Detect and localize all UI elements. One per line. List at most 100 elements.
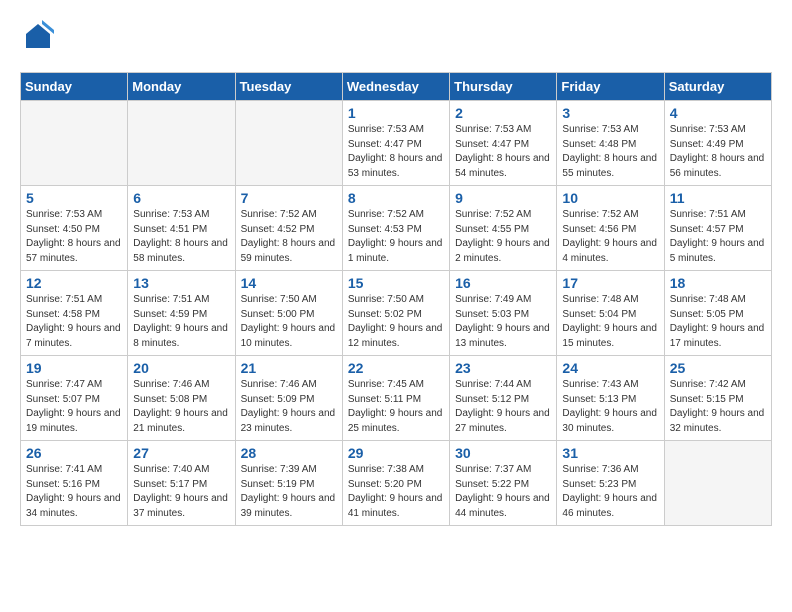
day-info: Sunrise: 7:53 AM Sunset: 4:47 PM Dayligh… [348,123,444,181]
calendar-day-cell: 10 Sunrise: 7:52 AM Sunset: 4:56 PM Dayli… [557,186,664,271]
calendar-day-cell: 31 Sunrise: 7:36 AM Sunset: 5:23 PM Dayli… [557,441,664,526]
day-info: Sunrise: 7:53 AM Sunset: 4:49 PM Dayligh… [670,123,766,181]
day-number: 13 [133,275,229,291]
calendar-week-row: 1 Sunrise: 7:53 AM Sunset: 4:47 PM Daylig… [21,101,772,186]
day-info: Sunrise: 7:52 AM Sunset: 4:56 PM Dayligh… [562,208,658,266]
day-info: Sunrise: 7:42 AM Sunset: 5:15 PM Dayligh… [670,378,766,436]
day-number: 27 [133,445,229,461]
day-number: 12 [26,275,122,291]
day-number: 28 [241,445,337,461]
weekday-header: Tuesday [235,73,342,101]
calendar-day-cell: 21 Sunrise: 7:46 AM Sunset: 5:09 PM Dayli… [235,356,342,441]
calendar-day-cell [128,101,235,186]
calendar-week-row: 5 Sunrise: 7:53 AM Sunset: 4:50 PM Daylig… [21,186,772,271]
weekday-header: Thursday [450,73,557,101]
day-info: Sunrise: 7:51 AM Sunset: 4:57 PM Dayligh… [670,208,766,266]
day-info: Sunrise: 7:53 AM Sunset: 4:48 PM Dayligh… [562,123,658,181]
calendar-day-cell: 2Sunrise: 7:53 AM Sunset: 4:47 PM Daylig… [450,101,557,186]
calendar-day-cell: 7 Sunrise: 7:52 AM Sunset: 4:52 PM Daylig… [235,186,342,271]
logo [20,20,62,56]
calendar-day-cell: 8Sunrise: 7:52 AM Sunset: 4:53 PM Daylig… [342,186,449,271]
calendar-week-row: 12 Sunrise: 7:51 AM Sunset: 4:58 PM Dayli… [21,271,772,356]
day-info: Sunrise: 7:51 AM Sunset: 4:59 PM Dayligh… [133,293,229,351]
page-header [20,20,772,56]
weekday-header: Wednesday [342,73,449,101]
calendar-week-row: 19 Sunrise: 7:47 AM Sunset: 5:07 PM Dayli… [21,356,772,441]
day-number: 1 [348,105,444,121]
day-info: Sunrise: 7:38 AM Sunset: 5:20 PM Dayligh… [348,463,444,521]
day-number: 20 [133,360,229,376]
calendar-day-cell: 3 Sunrise: 7:53 AM Sunset: 4:48 PM Daylig… [557,101,664,186]
calendar-day-cell: 1 Sunrise: 7:53 AM Sunset: 4:47 PM Daylig… [342,101,449,186]
day-info: Sunrise: 7:48 AM Sunset: 5:05 PM Dayligh… [670,293,766,351]
calendar-day-cell: 29Sunrise: 7:38 AM Sunset: 5:20 PM Dayli… [342,441,449,526]
calendar-day-cell: 25 Sunrise: 7:42 AM Sunset: 5:15 PM Dayli… [664,356,771,441]
day-number: 17 [562,275,658,291]
calendar-day-cell: 14Sunrise: 7:50 AM Sunset: 5:00 PM Dayli… [235,271,342,356]
day-number: 4 [670,105,766,121]
calendar-day-cell: 23 Sunrise: 7:44 AM Sunset: 5:12 PM Dayli… [450,356,557,441]
day-info: Sunrise: 7:53 AM Sunset: 4:50 PM Dayligh… [26,208,122,266]
day-number: 23 [455,360,551,376]
day-number: 15 [348,275,444,291]
day-number: 10 [562,190,658,206]
calendar-day-cell: 12 Sunrise: 7:51 AM Sunset: 4:58 PM Dayli… [21,271,128,356]
day-info: Sunrise: 7:50 AM Sunset: 5:00 PM Dayligh… [241,293,337,351]
calendar-week-row: 26 Sunrise: 7:41 AM Sunset: 5:16 PM Dayli… [21,441,772,526]
day-info: Sunrise: 7:52 AM Sunset: 4:55 PM Dayligh… [455,208,551,266]
day-number: 21 [241,360,337,376]
calendar-day-cell: 17 Sunrise: 7:48 AM Sunset: 5:04 PM Dayli… [557,271,664,356]
day-info: Sunrise: 7:46 AM Sunset: 5:08 PM Dayligh… [133,378,229,436]
calendar-day-cell: 28 Sunrise: 7:39 AM Sunset: 5:19 PM Dayli… [235,441,342,526]
day-info: Sunrise: 7:44 AM Sunset: 5:12 PM Dayligh… [455,378,551,436]
day-info: Sunrise: 7:49 AM Sunset: 5:03 PM Dayligh… [455,293,551,351]
calendar-day-cell: 18 Sunrise: 7:48 AM Sunset: 5:05 PM Dayli… [664,271,771,356]
calendar-day-cell: 4 Sunrise: 7:53 AM Sunset: 4:49 PM Daylig… [664,101,771,186]
day-info: Sunrise: 7:37 AM Sunset: 5:22 PM Dayligh… [455,463,551,521]
day-number: 9 [455,190,551,206]
day-number: 25 [670,360,766,376]
day-number: 30 [455,445,551,461]
day-info: Sunrise: 7:41 AM Sunset: 5:16 PM Dayligh… [26,463,122,521]
day-info: Sunrise: 7:47 AM Sunset: 5:07 PM Dayligh… [26,378,122,436]
calendar-day-cell: 9 Sunrise: 7:52 AM Sunset: 4:55 PM Daylig… [450,186,557,271]
calendar-day-cell: 11 Sunrise: 7:51 AM Sunset: 4:57 PM Dayli… [664,186,771,271]
day-info: Sunrise: 7:46 AM Sunset: 5:09 PM Dayligh… [241,378,337,436]
day-number: 26 [26,445,122,461]
day-number: 11 [670,190,766,206]
weekday-header: Monday [128,73,235,101]
day-number: 7 [241,190,337,206]
day-number: 19 [26,360,122,376]
weekday-header: Saturday [664,73,771,101]
day-info: Sunrise: 7:51 AM Sunset: 4:58 PM Dayligh… [26,293,122,351]
day-info: Sunrise: 7:40 AM Sunset: 5:17 PM Dayligh… [133,463,229,521]
calendar-day-cell: 27 Sunrise: 7:40 AM Sunset: 5:17 PM Dayli… [128,441,235,526]
day-number: 6 [133,190,229,206]
calendar-day-cell: 15 Sunrise: 7:50 AM Sunset: 5:02 PM Dayli… [342,271,449,356]
day-info: Sunrise: 7:36 AM Sunset: 5:23 PM Dayligh… [562,463,658,521]
weekday-header: Sunday [21,73,128,101]
day-info: Sunrise: 7:52 AM Sunset: 4:52 PM Dayligh… [241,208,337,266]
day-number: 22 [348,360,444,376]
weekday-header-row: SundayMondayTuesdayWednesdayThursdayFrid… [21,73,772,101]
calendar-day-cell [21,101,128,186]
day-number: 24 [562,360,658,376]
day-info: Sunrise: 7:48 AM Sunset: 5:04 PM Dayligh… [562,293,658,351]
day-number: 5 [26,190,122,206]
day-info: Sunrise: 7:39 AM Sunset: 5:19 PM Dayligh… [241,463,337,521]
day-info: Sunrise: 7:52 AM Sunset: 4:53 PM Dayligh… [348,208,444,266]
calendar-day-cell: 13 Sunrise: 7:51 AM Sunset: 4:59 PM Dayli… [128,271,235,356]
calendar-table: SundayMondayTuesdayWednesdayThursdayFrid… [20,72,772,526]
weekday-header: Friday [557,73,664,101]
day-info: Sunrise: 7:50 AM Sunset: 5:02 PM Dayligh… [348,293,444,351]
day-info: Sunrise: 7:43 AM Sunset: 5:13 PM Dayligh… [562,378,658,436]
day-number: 2 [455,105,551,121]
day-info: Sunrise: 7:45 AM Sunset: 5:11 PM Dayligh… [348,378,444,436]
calendar-day-cell: 24 Sunrise: 7:43 AM Sunset: 5:13 PM Dayli… [557,356,664,441]
day-number: 3 [562,105,658,121]
calendar-day-cell [235,101,342,186]
day-number: 18 [670,275,766,291]
calendar-day-cell: 19 Sunrise: 7:47 AM Sunset: 5:07 PM Dayli… [21,356,128,441]
day-number: 31 [562,445,658,461]
logo-icon [20,20,56,56]
